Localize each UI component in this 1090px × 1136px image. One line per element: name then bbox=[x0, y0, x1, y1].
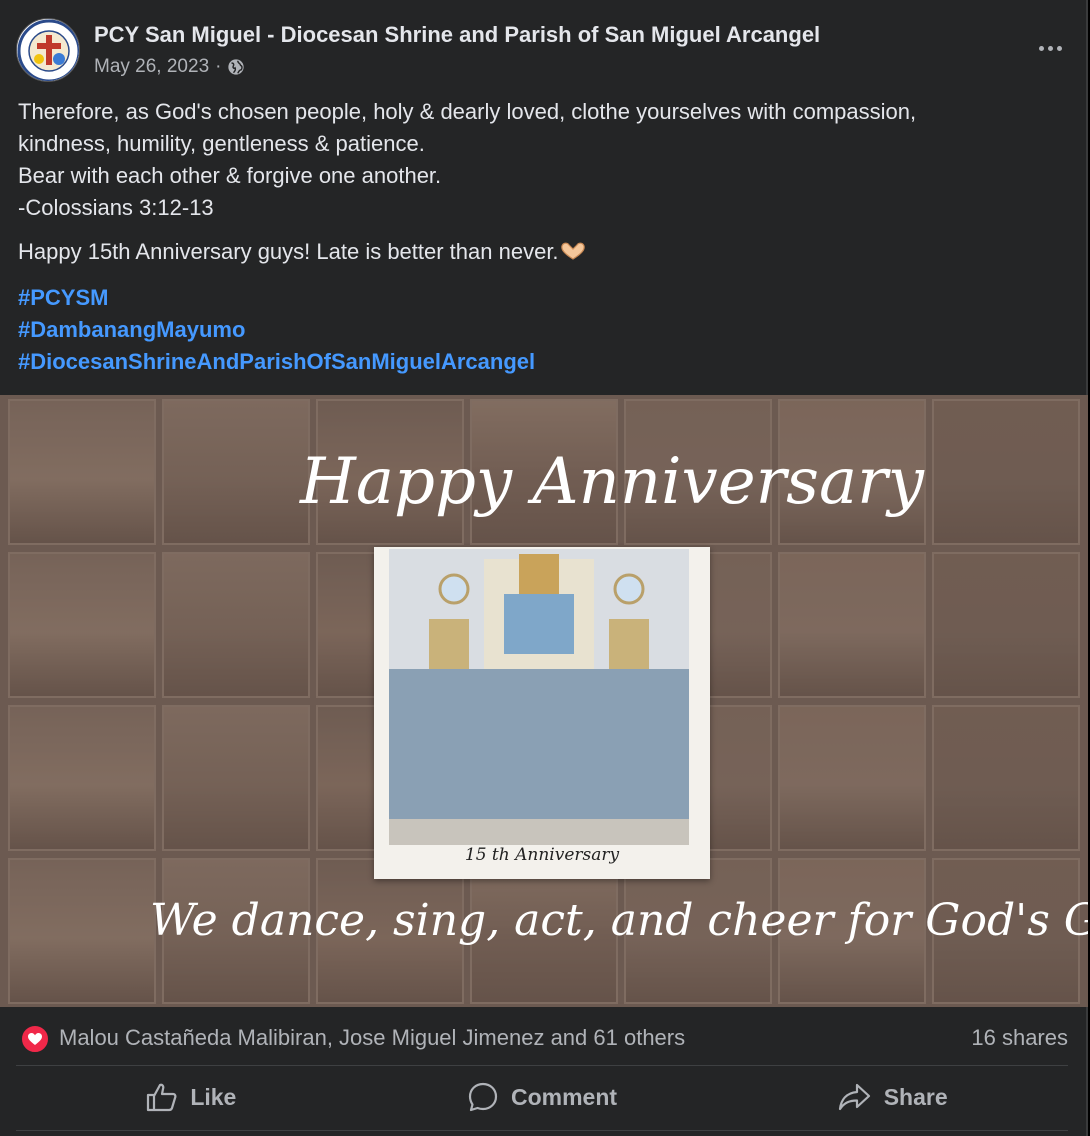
text-line: -Colossians 3:12-13 bbox=[18, 195, 214, 220]
reactions-bar: Malou Castañeda Malibiran, Jose Miguel J… bbox=[18, 1020, 1068, 1054]
page-name-link[interactable]: PCY San Miguel - Diocesan Shrine and Par… bbox=[94, 22, 820, 48]
divider bbox=[16, 1130, 1068, 1131]
hashtag-link[interactable]: #PCYSM bbox=[18, 282, 1078, 314]
anniversary-line: Happy 15th Anniversary guys! Late is bet… bbox=[18, 236, 1078, 270]
globe-icon bbox=[228, 59, 245, 75]
share-button[interactable]: Share bbox=[717, 1068, 1068, 1126]
comment-icon bbox=[468, 1082, 498, 1112]
group-photo bbox=[389, 549, 689, 845]
more-options-icon[interactable] bbox=[1028, 30, 1072, 66]
anniversary-text: Happy 15th Anniversary guys! Late is bet… bbox=[18, 239, 559, 264]
reaction-names[interactable]: Malou Castañeda Malibiran, Jose Miguel J… bbox=[59, 1025, 685, 1051]
text-line: Bear with each other & forgive one anoth… bbox=[18, 163, 442, 188]
polaroid-caption: 15 th Anniversary bbox=[464, 845, 620, 865]
polaroid-frame: 15 th Anniversary bbox=[374, 547, 710, 879]
heart-hands-icon bbox=[559, 238, 587, 270]
comment-label: Comment bbox=[510, 1083, 618, 1110]
post-header: PCY San Miguel - Diocesan Shrine and Par… bbox=[16, 18, 1072, 84]
love-reaction-icon[interactable] bbox=[20, 1024, 50, 1054]
comment-button[interactable]: Comment bbox=[367, 1068, 718, 1126]
like-label: Like bbox=[190, 1083, 237, 1110]
page-avatar[interactable] bbox=[16, 18, 80, 82]
image-heading: Happy Anniversary bbox=[300, 445, 924, 519]
divider bbox=[16, 1065, 1068, 1066]
text-line: kindness, humility, gentleness & patienc… bbox=[18, 131, 425, 156]
post-image[interactable]: Happy Anniversary 15 th Anniversary We d… bbox=[0, 395, 1088, 1007]
image-tagline: We dance, sing, act, and cheer for God's… bbox=[150, 895, 1088, 946]
hashtag-link[interactable]: #DiocesanShrineAndParishOfSanMiguelArcan… bbox=[18, 346, 1078, 378]
share-count[interactable]: 16 shares bbox=[971, 1025, 1068, 1051]
like-button[interactable]: Like bbox=[16, 1068, 367, 1126]
meta-separator: · bbox=[215, 56, 222, 77]
facebook-post: PCY San Miguel - Diocesan Shrine and Par… bbox=[0, 0, 1088, 1136]
post-actions: Like Comment Share bbox=[16, 1068, 1068, 1126]
like-icon bbox=[147, 1083, 177, 1112]
share-label: Share bbox=[883, 1083, 948, 1110]
post-text: Therefore, as God's chosen people, holy … bbox=[18, 96, 1078, 378]
share-icon bbox=[838, 1083, 870, 1111]
post-meta: May 26, 2023 · bbox=[94, 56, 245, 78]
hashtag-link[interactable]: #DambanangMayumo bbox=[18, 314, 1078, 346]
post-date[interactable]: May 26, 2023 bbox=[94, 56, 209, 78]
text-line: Therefore, as God's chosen people, holy … bbox=[18, 99, 917, 124]
